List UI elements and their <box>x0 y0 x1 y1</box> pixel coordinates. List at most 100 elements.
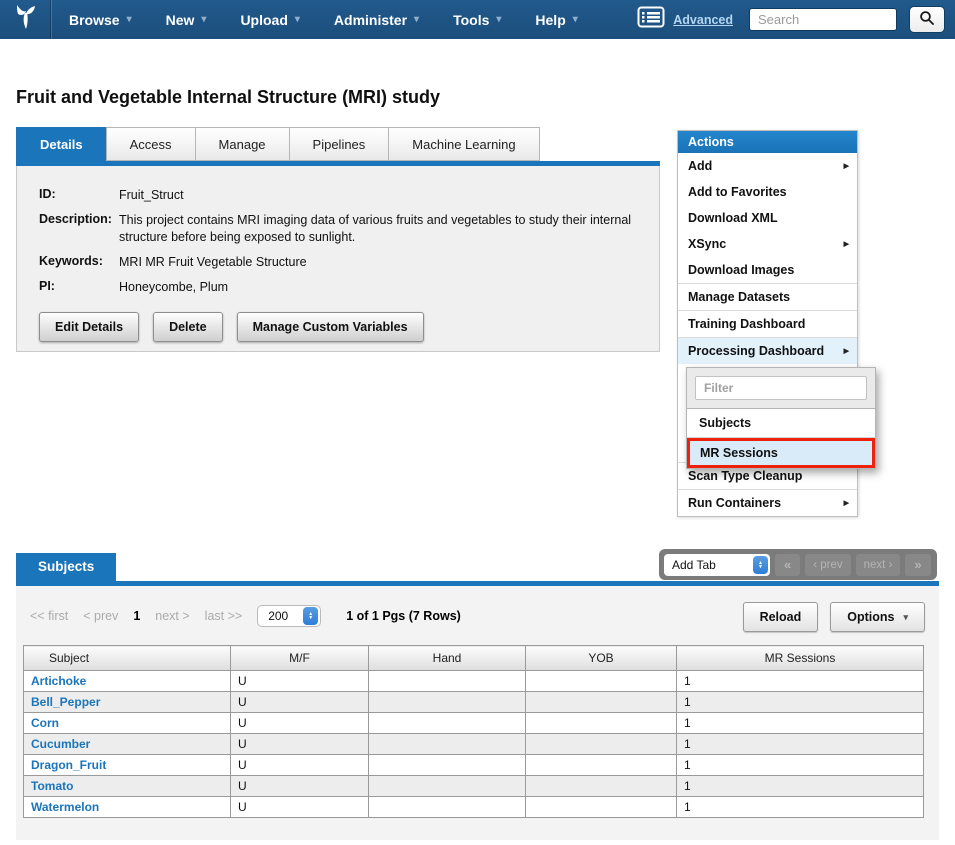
cell-mf: U <box>231 713 369 734</box>
action-run-containers[interactable]: Run Containers ▶ <box>678 489 857 516</box>
action-download-images[interactable]: Download Images <box>678 257 857 283</box>
tab-pipelines[interactable]: Pipelines <box>289 127 390 161</box>
page-next-link[interactable]: next > <box>155 609 189 623</box>
manage-custom-variables-button[interactable]: Manage Custom Variables <box>237 312 424 342</box>
cell-yob <box>526 671 677 692</box>
table-header-row: Subject M/F Hand YOB MR Sessions <box>24 646 924 671</box>
field-value-keywords: MRI MR Fruit Vegetable Structure <box>119 254 645 271</box>
cell-hand <box>369 797 526 818</box>
cell-yob <box>526 755 677 776</box>
action-add-to-favorites[interactable]: Add to Favorites <box>678 179 857 205</box>
action-processing-dashboard[interactable]: Processing Dashboard ▶ <box>678 337 857 364</box>
app-logo[interactable] <box>0 0 52 39</box>
nav-menu-help[interactable]: Help ▾ <box>518 0 594 39</box>
action-label: Download Images <box>688 263 794 277</box>
actions-menu-header: Actions <box>678 131 857 153</box>
chevron-down-icon: ▾ <box>573 15 578 25</box>
advanced-search-link[interactable]: Advanced <box>673 13 733 27</box>
cell-yob <box>526 734 677 755</box>
delete-button[interactable]: Delete <box>153 312 223 342</box>
cell-hand <box>369 776 526 797</box>
cell-hand <box>369 671 526 692</box>
submenu-filter-input[interactable] <box>695 376 867 400</box>
search-input[interactable] <box>749 8 897 31</box>
tab-next-button[interactable]: next › <box>856 554 901 576</box>
column-header-subject[interactable]: Subject <box>24 646 231 671</box>
cell-hand <box>369 713 526 734</box>
page-last-link[interactable]: last >> <box>205 609 243 623</box>
cell-mf: U <box>231 671 369 692</box>
field-label-id: ID: <box>39 187 119 204</box>
advanced-search-icon[interactable] <box>637 6 665 33</box>
page-first-link[interactable]: << first <box>30 609 68 623</box>
processing-dashboard-submenu: Subjects MR Sessions <box>686 367 876 469</box>
chevron-down-icon: ▾ <box>496 15 501 25</box>
tab-machine-learning[interactable]: Machine Learning <box>388 127 539 161</box>
cell-mr-sessions: 1 <box>677 776 924 797</box>
subject-link[interactable]: Bell_Pepper <box>31 695 100 709</box>
subject-link[interactable]: Watermelon <box>31 800 99 814</box>
cell-mr-sessions: 1 <box>677 692 924 713</box>
tab-details[interactable]: Details <box>16 127 107 161</box>
submenu-item-subjects[interactable]: Subjects <box>687 409 875 438</box>
subject-link[interactable]: Artichoke <box>31 674 86 688</box>
page-prev-link[interactable]: < prev <box>83 609 118 623</box>
submenu-item-mr-sessions[interactable]: MR Sessions <box>687 438 875 468</box>
tab-access[interactable]: Access <box>106 127 196 161</box>
cell-mr-sessions: 1 <box>677 755 924 776</box>
table-row: Corn U 1 <box>24 713 924 734</box>
column-header-hand[interactable]: Hand <box>369 646 526 671</box>
action-training-dashboard[interactable]: Training Dashboard <box>678 310 857 337</box>
action-download-xml[interactable]: Download XML <box>678 205 857 231</box>
page-size-select[interactable]: 200 ▲ ▼ <box>257 605 321 627</box>
add-tab-label: Add Tab <box>672 558 716 572</box>
page-size-value: 200 <box>268 609 288 623</box>
nav-menu-label: Tools <box>453 12 489 28</box>
field-value-id: Fruit_Struct <box>119 187 645 204</box>
table-row: Artichoke U 1 <box>24 671 924 692</box>
chevron-right-icon: ▶ <box>844 499 849 507</box>
reload-button[interactable]: Reload <box>743 602 819 632</box>
nav-menu-label: Browse <box>69 12 120 28</box>
chevron-down-icon: ▾ <box>414 15 419 25</box>
subject-link[interactable]: Corn <box>31 716 59 730</box>
subject-link[interactable]: Dragon_Fruit <box>31 758 106 772</box>
details-panel: ID: Fruit_Struct Description: This proje… <box>16 166 660 352</box>
nav-menu-label: Administer <box>334 12 407 28</box>
page: Browse ▾ New ▾ Upload ▾ Administer ▾ Too… <box>0 0 955 845</box>
subjects-table: Subject M/F Hand YOB MR Sessions Articho… <box>23 645 924 818</box>
nav-menu-new[interactable]: New ▾ <box>149 0 224 39</box>
action-manage-datasets[interactable]: Manage Datasets <box>678 283 857 310</box>
nav-menu-upload[interactable]: Upload ▾ <box>223 0 316 39</box>
action-add[interactable]: Add ▶ <box>678 153 857 179</box>
field-label-pi: PI: <box>39 279 119 296</box>
tab-first-button[interactable]: « <box>775 554 800 576</box>
chevron-right-icon: ▶ <box>844 240 849 248</box>
chevron-down-icon: ▾ <box>201 15 206 25</box>
tab-prev-button[interactable]: ‹ prev <box>805 554 850 576</box>
subjects-tab[interactable]: Subjects <box>16 553 116 581</box>
action-label: Download XML <box>688 211 778 225</box>
tab-controls-bar: Add Tab ▲ ▼ « ‹ prev next › » <box>659 549 937 580</box>
action-xsync[interactable]: XSync ▶ <box>678 231 857 257</box>
subject-link[interactable]: Tomato <box>31 779 73 793</box>
subject-link[interactable]: Cucumber <box>31 737 90 751</box>
nav-menu-tools[interactable]: Tools ▾ <box>436 0 518 39</box>
stepper-down-icon: ▼ <box>758 565 763 569</box>
column-header-mr-sessions[interactable]: MR Sessions <box>677 646 924 671</box>
action-label: Add to Favorites <box>688 185 787 199</box>
options-button[interactable]: Options ▾ <box>830 602 925 632</box>
cell-mr-sessions: 1 <box>677 713 924 734</box>
chevron-down-icon: ▾ <box>903 612 908 623</box>
nav-menu-browse[interactable]: Browse ▾ <box>52 0 149 39</box>
action-label: Add <box>688 159 712 173</box>
add-tab-select[interactable]: Add Tab ▲ ▼ <box>664 554 770 576</box>
nav-menu-label: Upload <box>240 12 287 28</box>
column-header-yob[interactable]: YOB <box>526 646 677 671</box>
search-button[interactable] <box>909 6 945 33</box>
tab-manage[interactable]: Manage <box>195 127 290 161</box>
column-header-mf[interactable]: M/F <box>231 646 369 671</box>
edit-details-button[interactable]: Edit Details <box>39 312 139 342</box>
tab-last-button[interactable]: » <box>905 554 930 576</box>
nav-menu-administer[interactable]: Administer ▾ <box>317 0 436 39</box>
